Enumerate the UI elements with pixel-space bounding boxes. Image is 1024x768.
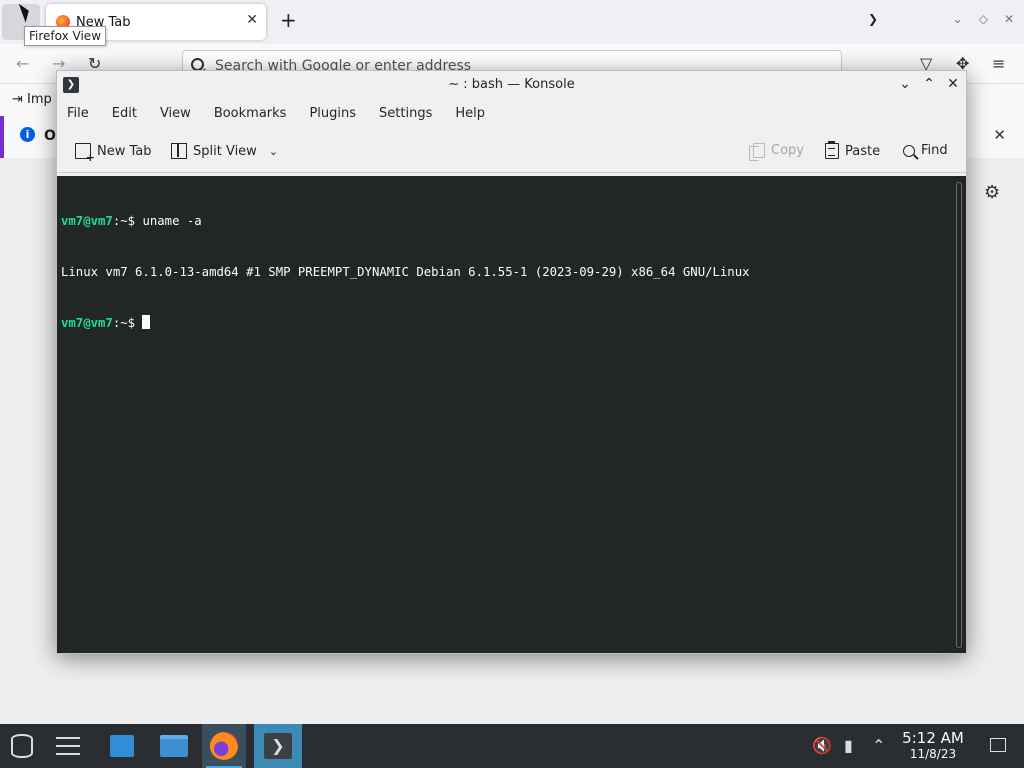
command-text: uname -a xyxy=(135,214,202,228)
hamburger-menu-icon[interactable]: ≡ xyxy=(992,54,1005,73)
firefox-icon xyxy=(210,732,238,760)
find-button[interactable]: Find xyxy=(903,143,948,158)
discover-store-button[interactable] xyxy=(100,724,144,768)
application-launcher-button[interactable] xyxy=(0,724,44,768)
prompt-user: vm7@vm7 xyxy=(61,214,113,228)
find-label: Find xyxy=(921,143,948,158)
firefox-tab-bar: New Tab ✕ + ❯ ⌄ ◇ ✕ xyxy=(0,0,1024,44)
prompt-user: vm7@vm7 xyxy=(61,316,113,330)
menu-bookmarks[interactable]: Bookmarks xyxy=(214,102,298,128)
folder-icon xyxy=(160,735,188,757)
minimize-icon[interactable]: ⌄ xyxy=(953,12,963,26)
terminal-output-line: Linux vm7 6.1.0-13-amd64 #1 SMP PREEMPT_… xyxy=(61,265,750,279)
paste-label: Paste xyxy=(845,143,881,159)
split-view-icon xyxy=(171,143,187,159)
settings-gear-icon[interactable]: ⚙ xyxy=(984,182,1000,203)
new-tab-label: New Tab xyxy=(97,143,152,159)
maximize-icon[interactable]: ◇ xyxy=(979,12,988,26)
find-icon xyxy=(903,144,915,157)
tray-expand-chevron-icon[interactable]: ⌃ xyxy=(872,736,885,755)
menu-help[interactable]: Help xyxy=(455,102,496,128)
chevron-down-icon[interactable]: ⌄ xyxy=(269,145,278,158)
back-arrow-icon[interactable]: ← xyxy=(16,54,29,73)
terminal-line: vm7@vm7:~$ xyxy=(61,315,750,332)
copy-button[interactable]: Copy xyxy=(749,143,804,161)
terminal-area[interactable]: vm7@vm7:~$ uname -a Linux vm7 6.1.0-13-a… xyxy=(57,176,966,653)
text-cursor xyxy=(142,315,151,329)
copy-label: Copy xyxy=(771,143,804,158)
new-tab-button[interactable]: New Tab xyxy=(75,143,152,164)
split-view-label: Split View xyxy=(193,143,257,159)
import-bookmarks-label: Imp xyxy=(27,92,52,107)
system-settings-button[interactable] xyxy=(46,724,90,768)
split-view-button[interactable]: Split View ⌄ xyxy=(171,143,278,159)
list-all-tabs-chevron-icon[interactable]: ❯ xyxy=(868,12,878,26)
taskbar: ❯ 🔇 ▮ ⌃ 5:12 AM 11/8/23 xyxy=(0,724,1024,768)
paste-icon xyxy=(825,141,839,159)
sliders-icon xyxy=(56,737,80,755)
firefox-task-button[interactable] xyxy=(202,724,246,768)
maximize-chevron-icon[interactable]: ⌃ xyxy=(922,76,936,92)
menu-edit[interactable]: Edit xyxy=(112,102,148,128)
close-window-icon[interactable]: ✕ xyxy=(946,76,960,92)
copy-icon xyxy=(749,143,765,161)
store-icon xyxy=(110,735,134,757)
konsole-window: ❯ ~ : bash — Konsole ⌄ ⌃ ✕ File Edit Vie… xyxy=(56,70,967,654)
database-icon xyxy=(11,734,33,758)
terminal-icon: ❯ xyxy=(264,733,292,759)
notification-close-icon[interactable]: ✕ xyxy=(993,126,1006,144)
menu-view[interactable]: View xyxy=(160,102,202,128)
menu-settings[interactable]: Settings xyxy=(379,102,443,128)
menu-plugins[interactable]: Plugins xyxy=(309,102,367,128)
tab-close-icon[interactable]: ✕ xyxy=(246,12,258,28)
window-title: ~ : bash — Konsole xyxy=(448,77,575,92)
menu-file[interactable]: File xyxy=(67,102,100,128)
file-manager-button[interactable] xyxy=(152,724,196,768)
clock-time: 5:12 AM xyxy=(902,729,964,747)
clock-date: 11/8/23 xyxy=(909,747,957,761)
terminal-line: vm7@vm7:~$ uname -a xyxy=(61,213,750,230)
terminal-scrollbar[interactable] xyxy=(956,182,962,648)
show-desktop-icon[interactable] xyxy=(990,738,1006,752)
minimize-chevron-icon[interactable]: ⌄ xyxy=(898,76,912,92)
konsole-task-button[interactable]: ❯ xyxy=(254,724,302,768)
digital-clock[interactable]: 5:12 AM 11/8/23 xyxy=(898,729,968,762)
prompt-path: :~$ xyxy=(112,214,136,228)
import-bookmarks-button[interactable]: ⇥ Imp xyxy=(12,92,52,107)
konsole-toolbar: New Tab Split View ⌄ Copy Paste Find xyxy=(57,135,966,173)
menu-bar: File Edit View Bookmarks Plugins Setting… xyxy=(57,102,966,128)
notification-text: O xyxy=(44,128,56,144)
paste-button[interactable]: Paste xyxy=(825,141,881,159)
konsole-titlebar[interactable]: ❯ ~ : bash — Konsole ⌄ ⌃ ✕ xyxy=(57,71,966,99)
close-window-icon[interactable]: ✕ xyxy=(1004,12,1014,26)
firefox-view-tooltip: Firefox View xyxy=(24,26,107,46)
volume-muted-icon[interactable]: 🔇 xyxy=(812,736,832,755)
new-tab-icon xyxy=(75,143,95,164)
info-icon: i xyxy=(20,127,35,142)
prompt-path: :~$ xyxy=(112,316,136,330)
removable-device-icon[interactable]: ▮ xyxy=(844,736,853,755)
new-tab-plus-icon[interactable]: + xyxy=(280,10,297,30)
